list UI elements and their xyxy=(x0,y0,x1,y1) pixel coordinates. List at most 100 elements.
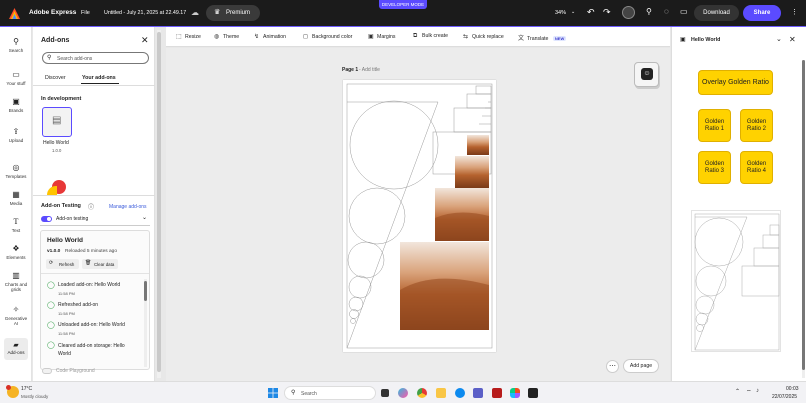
more-options-button[interactable]: ⋯ xyxy=(606,360,619,373)
close-icon[interactable]: ✕ xyxy=(141,35,149,46)
margins-icon: ▣ xyxy=(368,34,374,40)
wifi-icon[interactable]: ⌔ xyxy=(746,388,752,396)
design-page[interactable] xyxy=(343,80,496,352)
golden-ratio-2-button[interactable]: Golden Ratio 2 xyxy=(740,109,773,142)
sparkle-icon: ✧ xyxy=(12,305,20,314)
rail-item-add-ons[interactable]: ▰ Add-ons xyxy=(4,338,28,360)
zoom-level[interactable]: 34% xyxy=(555,10,566,16)
rail-label: Elements xyxy=(6,255,26,260)
speaker-icon[interactable]: ♪ xyxy=(756,388,759,394)
log-text: Cleared add-on storage: Hello World xyxy=(58,343,125,357)
windows-start-icon[interactable] xyxy=(268,388,278,398)
calendar-icon: ▤ xyxy=(52,115,62,126)
acrobat-icon[interactable] xyxy=(492,388,502,398)
log-scrollbar[interactable] xyxy=(144,279,147,367)
search-input[interactable]: ⚲ Search add-ons xyxy=(42,52,149,64)
rail-item-your-stuff[interactable]: ▭ Your stuff xyxy=(0,70,32,86)
more-options-icon[interactable]: ⋮ xyxy=(791,8,798,16)
premium-button[interactable]: ♛ Premium xyxy=(206,5,260,21)
clear-data-button[interactable]: 🗑 Clear data xyxy=(82,259,118,269)
clock-time[interactable]: 00:03 xyxy=(786,386,799,392)
tool-margins[interactable]: ▣ Margins xyxy=(368,33,395,40)
search-icon: ⚲ xyxy=(13,37,19,46)
chevron-down-icon[interactable]: ⌄ xyxy=(142,214,147,221)
panel-scrollbar[interactable] xyxy=(157,30,161,378)
resize-icon: ⬚ xyxy=(176,34,182,40)
teams-icon[interactable] xyxy=(473,388,483,398)
rail-item-charts[interactable]: ▥ Charts and grids xyxy=(0,271,32,292)
task-view-icon[interactable] xyxy=(381,389,389,397)
file-explorer-icon[interactable] xyxy=(436,388,446,398)
tab-your-addons[interactable]: Your add-ons xyxy=(82,75,116,81)
rail-item-text[interactable]: T Text xyxy=(0,217,32,233)
testing-dropdown[interactable]: Add-on testing ⌄ xyxy=(40,214,150,226)
chevron-down-icon[interactable]: ⌄ xyxy=(776,35,782,43)
figma-icon[interactable] xyxy=(510,388,520,398)
clock-date[interactable]: 22/07/2025 xyxy=(772,394,797,400)
rail-item-elements[interactable]: ❖ Elements xyxy=(0,244,32,260)
location-icon[interactable]: ⚲ xyxy=(646,7,652,16)
desert-image[interactable] xyxy=(467,135,489,155)
weather-icon[interactable] xyxy=(6,385,19,398)
log-text: Refreshed add-on xyxy=(58,302,99,308)
tab-discover[interactable]: Discover xyxy=(45,75,66,81)
chrome-icon[interactable] xyxy=(417,388,427,398)
rail-item-upload[interactable]: ⇪ Upload xyxy=(0,127,32,143)
tool-translate[interactable]: 文 Translate NEW xyxy=(518,33,567,42)
manage-addons-link[interactable]: Manage add-ons xyxy=(109,204,147,210)
golden-ratio-1-button[interactable]: Golden Ratio 1 xyxy=(698,109,731,142)
redo-icon[interactable]: ↷ xyxy=(603,7,611,18)
testing-toggle[interactable] xyxy=(41,216,52,222)
add-title-link[interactable]: - Add title xyxy=(359,67,380,73)
app-icon[interactable] xyxy=(528,388,538,398)
tool-label: Resize xyxy=(185,34,201,40)
tool-quick-replace[interactable]: ⇆ Quick replace xyxy=(463,33,504,40)
tool-theme[interactable]: ◍ Theme xyxy=(214,33,239,40)
ai-assistant-button[interactable]: ☺ xyxy=(634,62,659,87)
desert-image[interactable] xyxy=(455,156,489,188)
golden-label: Golden Ratio 2 xyxy=(746,118,767,132)
chevron-up-icon[interactable]: ⌃ xyxy=(735,388,740,395)
overlay-golden-ratio-button[interactable]: Overlay Golden Ratio xyxy=(698,70,773,95)
share-button[interactable]: Share xyxy=(743,5,781,21)
close-icon[interactable]: ✕ xyxy=(789,35,796,44)
tool-animation[interactable]: ↯ Animation xyxy=(254,33,286,40)
tool-bulk-create[interactable]: ⧉ Bulk create xyxy=(413,33,448,40)
tool-label: Background color xyxy=(312,34,353,40)
info-icon[interactable]: ⓘ xyxy=(88,202,94,211)
animation-icon: ↯ xyxy=(254,34,260,40)
download-button[interactable]: Download xyxy=(694,5,739,21)
lightbulb-icon[interactable]: ◌ xyxy=(664,7,669,16)
rpanel-scrollbar[interactable] xyxy=(802,60,805,378)
document-title[interactable]: Untitled - July 21, 2025 at 22.49.17 xyxy=(104,10,186,16)
taskbar-search[interactable]: ⚲ Search xyxy=(284,386,376,400)
user-avatar[interactable] xyxy=(622,6,635,19)
copilot-icon[interactable] xyxy=(398,388,408,398)
tool-background-color[interactable]: ◻ Background color xyxy=(303,33,352,40)
search-placeholder: Search add-ons xyxy=(57,55,93,62)
rail-label: Brands xyxy=(8,108,24,113)
rail-item-media[interactable]: ▦ Media xyxy=(0,190,32,206)
file-menu[interactable]: File xyxy=(81,10,90,16)
rail-item-search[interactable]: ⚲ Search xyxy=(0,37,32,53)
panel-title: Add-ons xyxy=(41,37,70,44)
code-playground-toggle[interactable] xyxy=(42,368,52,374)
golden-ratio-4-button[interactable]: Golden Ratio 4 xyxy=(740,151,773,184)
adobe-express-logo[interactable] xyxy=(9,8,20,19)
add-page-button[interactable]: Add page xyxy=(623,359,659,373)
quick-replace-icon: ⇆ xyxy=(463,34,469,40)
edge-icon[interactable] xyxy=(455,388,465,398)
rail-item-generative-ai[interactable]: ✧ Generative AI xyxy=(0,305,32,326)
chevron-down-icon[interactable]: ⌄ xyxy=(571,9,575,15)
refresh-button[interactable]: ⟳ Refresh xyxy=(46,259,79,269)
golden-ratio-3-button[interactable]: Golden Ratio 3 xyxy=(698,151,731,184)
undo-icon[interactable]: ↶ xyxy=(587,7,595,18)
comment-icon[interactable]: ▭ xyxy=(680,7,688,16)
tool-resize[interactable]: ⬚ Resize xyxy=(176,33,201,40)
rail-item-templates[interactable]: ◎ Templates xyxy=(0,163,32,179)
share-label: Share xyxy=(753,10,771,16)
rail-item-brands[interactable]: ▣ Brands xyxy=(0,97,32,113)
addon-tile[interactable]: ▤ xyxy=(42,107,72,137)
check-circle-icon: ◯ xyxy=(47,282,55,289)
page-label: Page 1 xyxy=(342,67,359,73)
